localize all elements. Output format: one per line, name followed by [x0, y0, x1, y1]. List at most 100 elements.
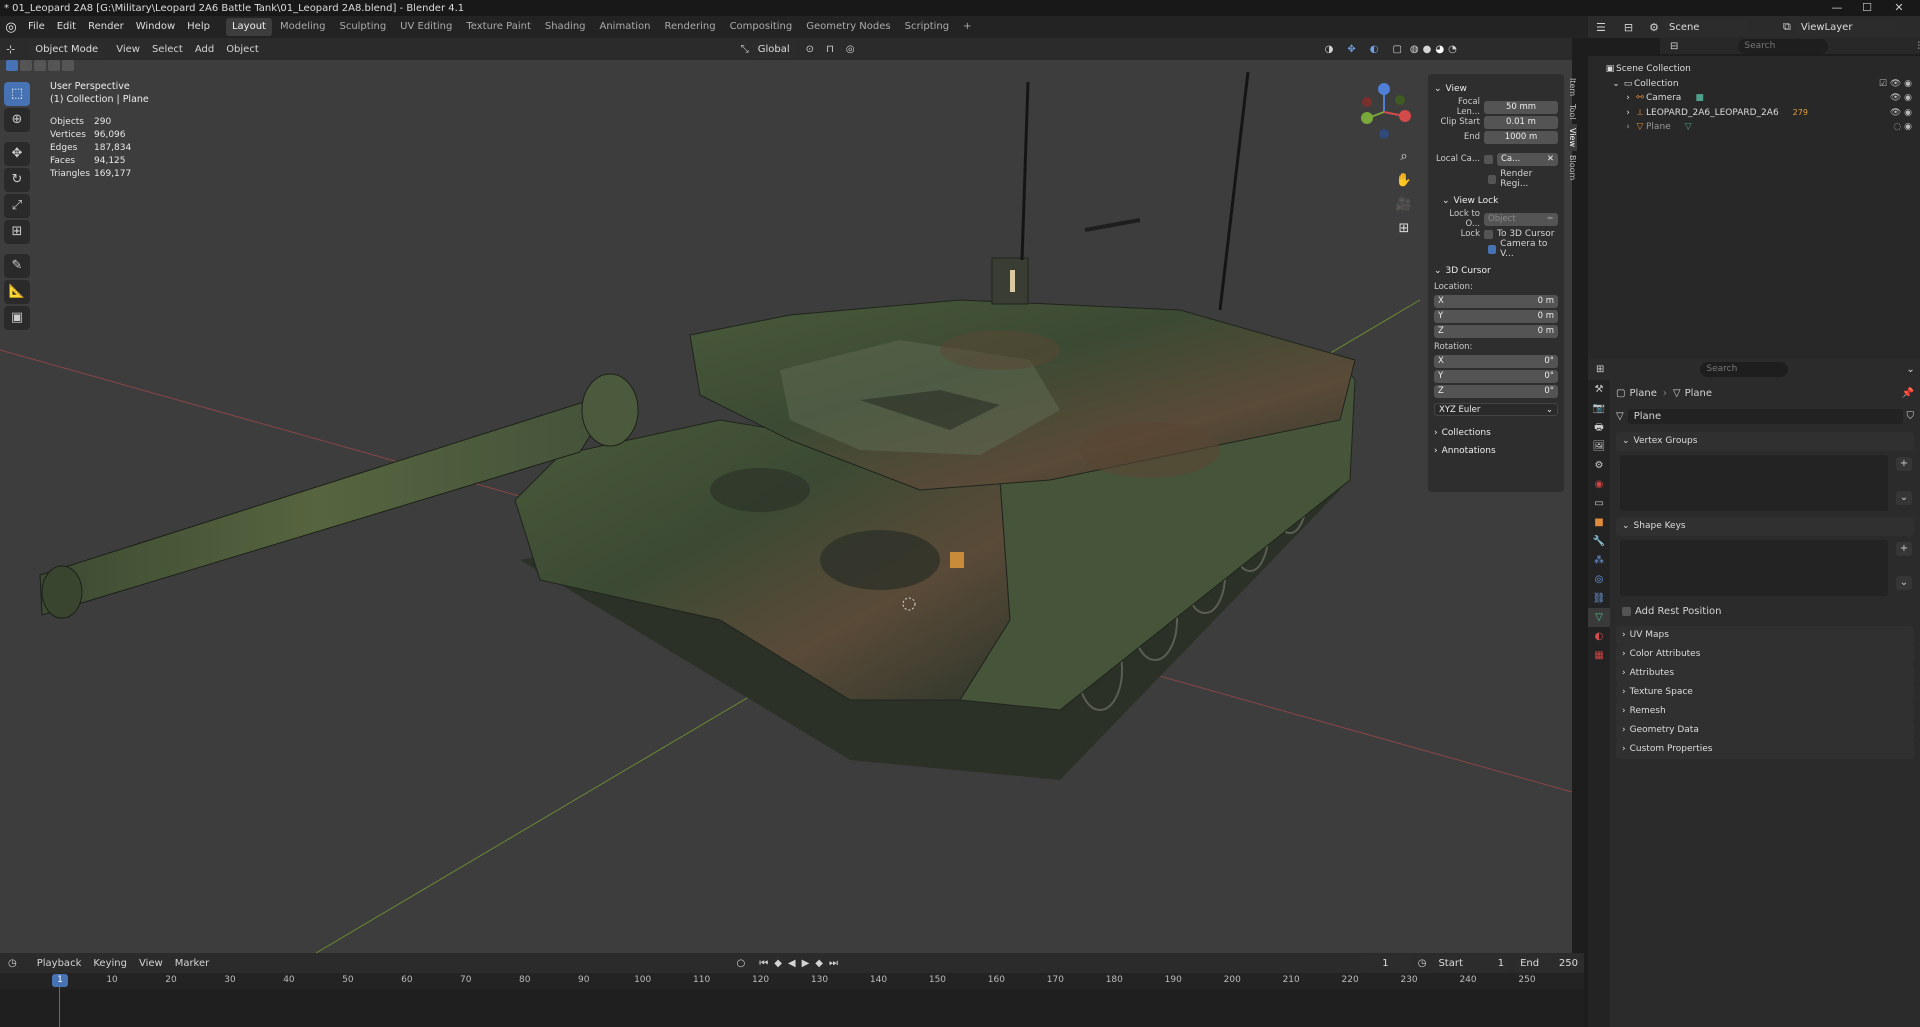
vertex-groups-list[interactable]: + ⌄ — [1620, 455, 1912, 511]
tab-scripting[interactable]: Scripting — [899, 18, 955, 36]
tab-layout[interactable]: Layout — [225, 18, 272, 36]
transform-orientation-dropdown[interactable]: Global — [751, 40, 796, 58]
rotation-z-field[interactable]: Z 0° — [1434, 384, 1558, 398]
output-tab-icon[interactable]: 🖶 — [1588, 418, 1610, 437]
playhead-marker[interactable]: 1 — [52, 974, 68, 987]
navigation-gizmo[interactable] — [1356, 80, 1412, 142]
ortho-grid-icon[interactable]: ⊞ — [1393, 218, 1415, 240]
section-custom-properties[interactable]: › Custom Properties — [1616, 740, 1914, 759]
section-geometry-data[interactable]: › Geometry Data — [1616, 721, 1914, 740]
tab-uv-editing[interactable]: UV Editing — [394, 18, 458, 36]
add-rest-position-checkbox[interactable] — [1622, 606, 1631, 616]
fake-user-shield-icon[interactable]: ⛉ — [1907, 411, 1915, 422]
vp-menu-object[interactable]: Object — [220, 44, 265, 55]
wireframe-shading-icon[interactable]: ◍ — [1410, 44, 1419, 55]
xray-icon[interactable]: ▢ — [1392, 44, 1401, 55]
select-invert-icon[interactable] — [48, 59, 60, 71]
modifiers-tab-icon[interactable]: 🔧 — [1588, 532, 1610, 551]
blender-logo-icon[interactable]: ◎ — [0, 20, 22, 35]
object-mode-dropdown[interactable]: Object Mode — [29, 40, 105, 58]
tab-sculpting[interactable]: Sculpting — [333, 18, 392, 36]
editor-type-3d-icon[interactable]: ⊹ — [6, 43, 15, 56]
jump-key-next-icon[interactable]: ◆ — [815, 958, 823, 969]
transform-tool-icon[interactable]: ⊞ — [4, 220, 30, 244]
rotation-mode-dropdown[interactable]: XYZ Euler ⌄ — [1434, 402, 1558, 416]
jump-key-prev-icon[interactable]: ◆ — [774, 958, 782, 969]
particles-tab-icon[interactable]: ⁂ — [1588, 551, 1610, 570]
zoom-icon[interactable]: ⌕ — [1393, 146, 1415, 168]
local-camera-field[interactable]: Ca... ✕ — [1497, 152, 1558, 166]
select-subtract-icon[interactable] — [34, 59, 46, 71]
section-vertex-groups[interactable]: ⌄ Vertex Groups — [1616, 432, 1914, 451]
collection-tab-icon[interactable]: ▭ — [1588, 494, 1610, 513]
shape-key-menu-button[interactable]: ⌄ — [1896, 576, 1912, 590]
tab-item[interactable]: Item — [1568, 74, 1577, 100]
timeline-menu-playback[interactable]: Playback — [31, 958, 88, 969]
view-layer-selector[interactable]: ViewLayer — [1794, 18, 1895, 36]
jump-start-icon[interactable]: ⏮ — [759, 958, 768, 969]
local-camera-checkbox[interactable] — [1484, 154, 1493, 164]
overlay-toggle-icon[interactable]: ◐ — [1370, 44, 1379, 55]
measure-tool-icon[interactable]: 📐 — [4, 280, 30, 304]
move-tool-icon[interactable]: ✥ — [4, 142, 30, 166]
clip-end-field[interactable]: 1000 m — [1484, 130, 1558, 144]
section-uv-maps[interactable]: › UV Maps — [1616, 626, 1914, 645]
timeline-menu-view[interactable]: View — [133, 958, 169, 969]
outliner-item-collection[interactable]: ⌄ ▭ Collection ☑ 👁 ◉ — [1588, 77, 1920, 92]
tab-animation[interactable]: Animation — [594, 18, 657, 36]
row-visibility-icons[interactable]: 👁 ◉ — [1890, 91, 1912, 106]
properties-search-input[interactable]: Search — [1700, 361, 1789, 377]
material-tab-icon[interactable]: ◐ — [1588, 627, 1610, 646]
gizmo-toggle-icon[interactable]: ✥ — [1347, 44, 1355, 55]
shape-keys-list[interactable]: + ⌄ — [1620, 540, 1912, 596]
chevron-down-icon[interactable]: ⌄ — [1906, 364, 1914, 375]
tab-rendering[interactable]: Rendering — [658, 18, 721, 36]
rendered-shading-icon[interactable]: ◔ — [1448, 44, 1457, 55]
section-shape-keys[interactable]: ⌄ Shape Keys — [1616, 517, 1914, 536]
menu-window[interactable]: Window — [130, 16, 181, 38]
tab-tool[interactable]: Tool — [1568, 100, 1577, 124]
vertex-group-menu-button[interactable]: ⌄ — [1896, 491, 1912, 505]
close-button[interactable]: ✕ — [1886, 0, 1912, 16]
snap-icon[interactable]: ⊓ — [826, 44, 834, 55]
select-extend-icon[interactable] — [20, 59, 32, 71]
frame-ruler[interactable]: 10 20 30 40 50 60 70 80 90 100 110 120 130 140 150 160 1… — [0, 973, 1584, 989]
tab-compositing[interactable]: Compositing — [724, 18, 799, 36]
mesh-data-selector-icon[interactable]: ▽ — [1616, 411, 1624, 422]
cursor-tool-icon[interactable]: ⊕ — [4, 108, 30, 132]
section-attributes[interactable]: › Attributes — [1616, 664, 1914, 683]
filter-dropdown-icon[interactable]: ⊟ — [1670, 41, 1678, 52]
visibility-icon[interactable]: ◑ — [1325, 44, 1334, 55]
menu-help[interactable]: Help — [181, 16, 216, 38]
lock-object-field[interactable]: Object ✒ — [1484, 212, 1558, 226]
auto-keying-icon[interactable]: ○ — [736, 958, 745, 969]
row-visibility-icons[interactable]: ☑ 👁 ◉ — [1879, 77, 1912, 92]
play-reverse-icon[interactable]: ◀ — [788, 958, 796, 969]
material-shading-icon[interactable]: ◕ — [1435, 44, 1444, 55]
camera-to-view-checkbox[interactable] — [1488, 244, 1497, 254]
view-layer-tab-icon[interactable]: 🖼 — [1588, 437, 1610, 456]
preview-range-icon[interactable]: ◷ — [1418, 958, 1427, 969]
proportional-edit-icon[interactable]: ◎ — [846, 44, 855, 55]
maximize-button[interactable]: ☐ — [1854, 0, 1880, 16]
outliner-item-scene-collection[interactable]: ▣ Scene Collection — [1588, 62, 1920, 77]
location-x-field[interactable]: X 0 m — [1434, 294, 1558, 308]
outliner-item-leopard[interactable]: › ⟂ LEOPARD_2A6_LEOPARD_2A6 279 👁 ◉ — [1588, 106, 1920, 121]
outliner-item-plane[interactable]: › ▽ Plane ▽ ◌ ◉ — [1588, 120, 1920, 135]
outliner-search-input[interactable]: Search — [1738, 38, 1828, 54]
section-view-lock-header[interactable]: ⌄ View Lock — [1434, 194, 1558, 208]
chevron-right-icon[interactable]: › — [1622, 91, 1634, 106]
select-intersect-icon[interactable] — [62, 59, 74, 71]
section-collections-header[interactable]: › Collections — [1434, 426, 1558, 440]
section-3d-cursor-header[interactable]: ⌄ 3D Cursor — [1434, 264, 1558, 278]
outliner-item-camera[interactable]: › ⚯ Camera ■ 👁 ◉ — [1588, 91, 1920, 106]
menu-render[interactable]: Render — [82, 16, 130, 38]
chevron-down-icon[interactable]: ⌄ — [1610, 77, 1622, 92]
pivot-icon[interactable]: ⊙ — [806, 44, 814, 55]
editor-type-icon[interactable]: ☰ — [1596, 21, 1606, 34]
clip-start-field[interactable]: 0.01 m — [1484, 115, 1558, 129]
tab-texture-paint[interactable]: Texture Paint — [460, 18, 537, 36]
section-view-header[interactable]: ⌄ View — [1434, 82, 1558, 96]
rotate-tool-icon[interactable]: ↻ — [4, 168, 30, 192]
display-mode-icon[interactable]: ⊟ — [1624, 21, 1633, 34]
